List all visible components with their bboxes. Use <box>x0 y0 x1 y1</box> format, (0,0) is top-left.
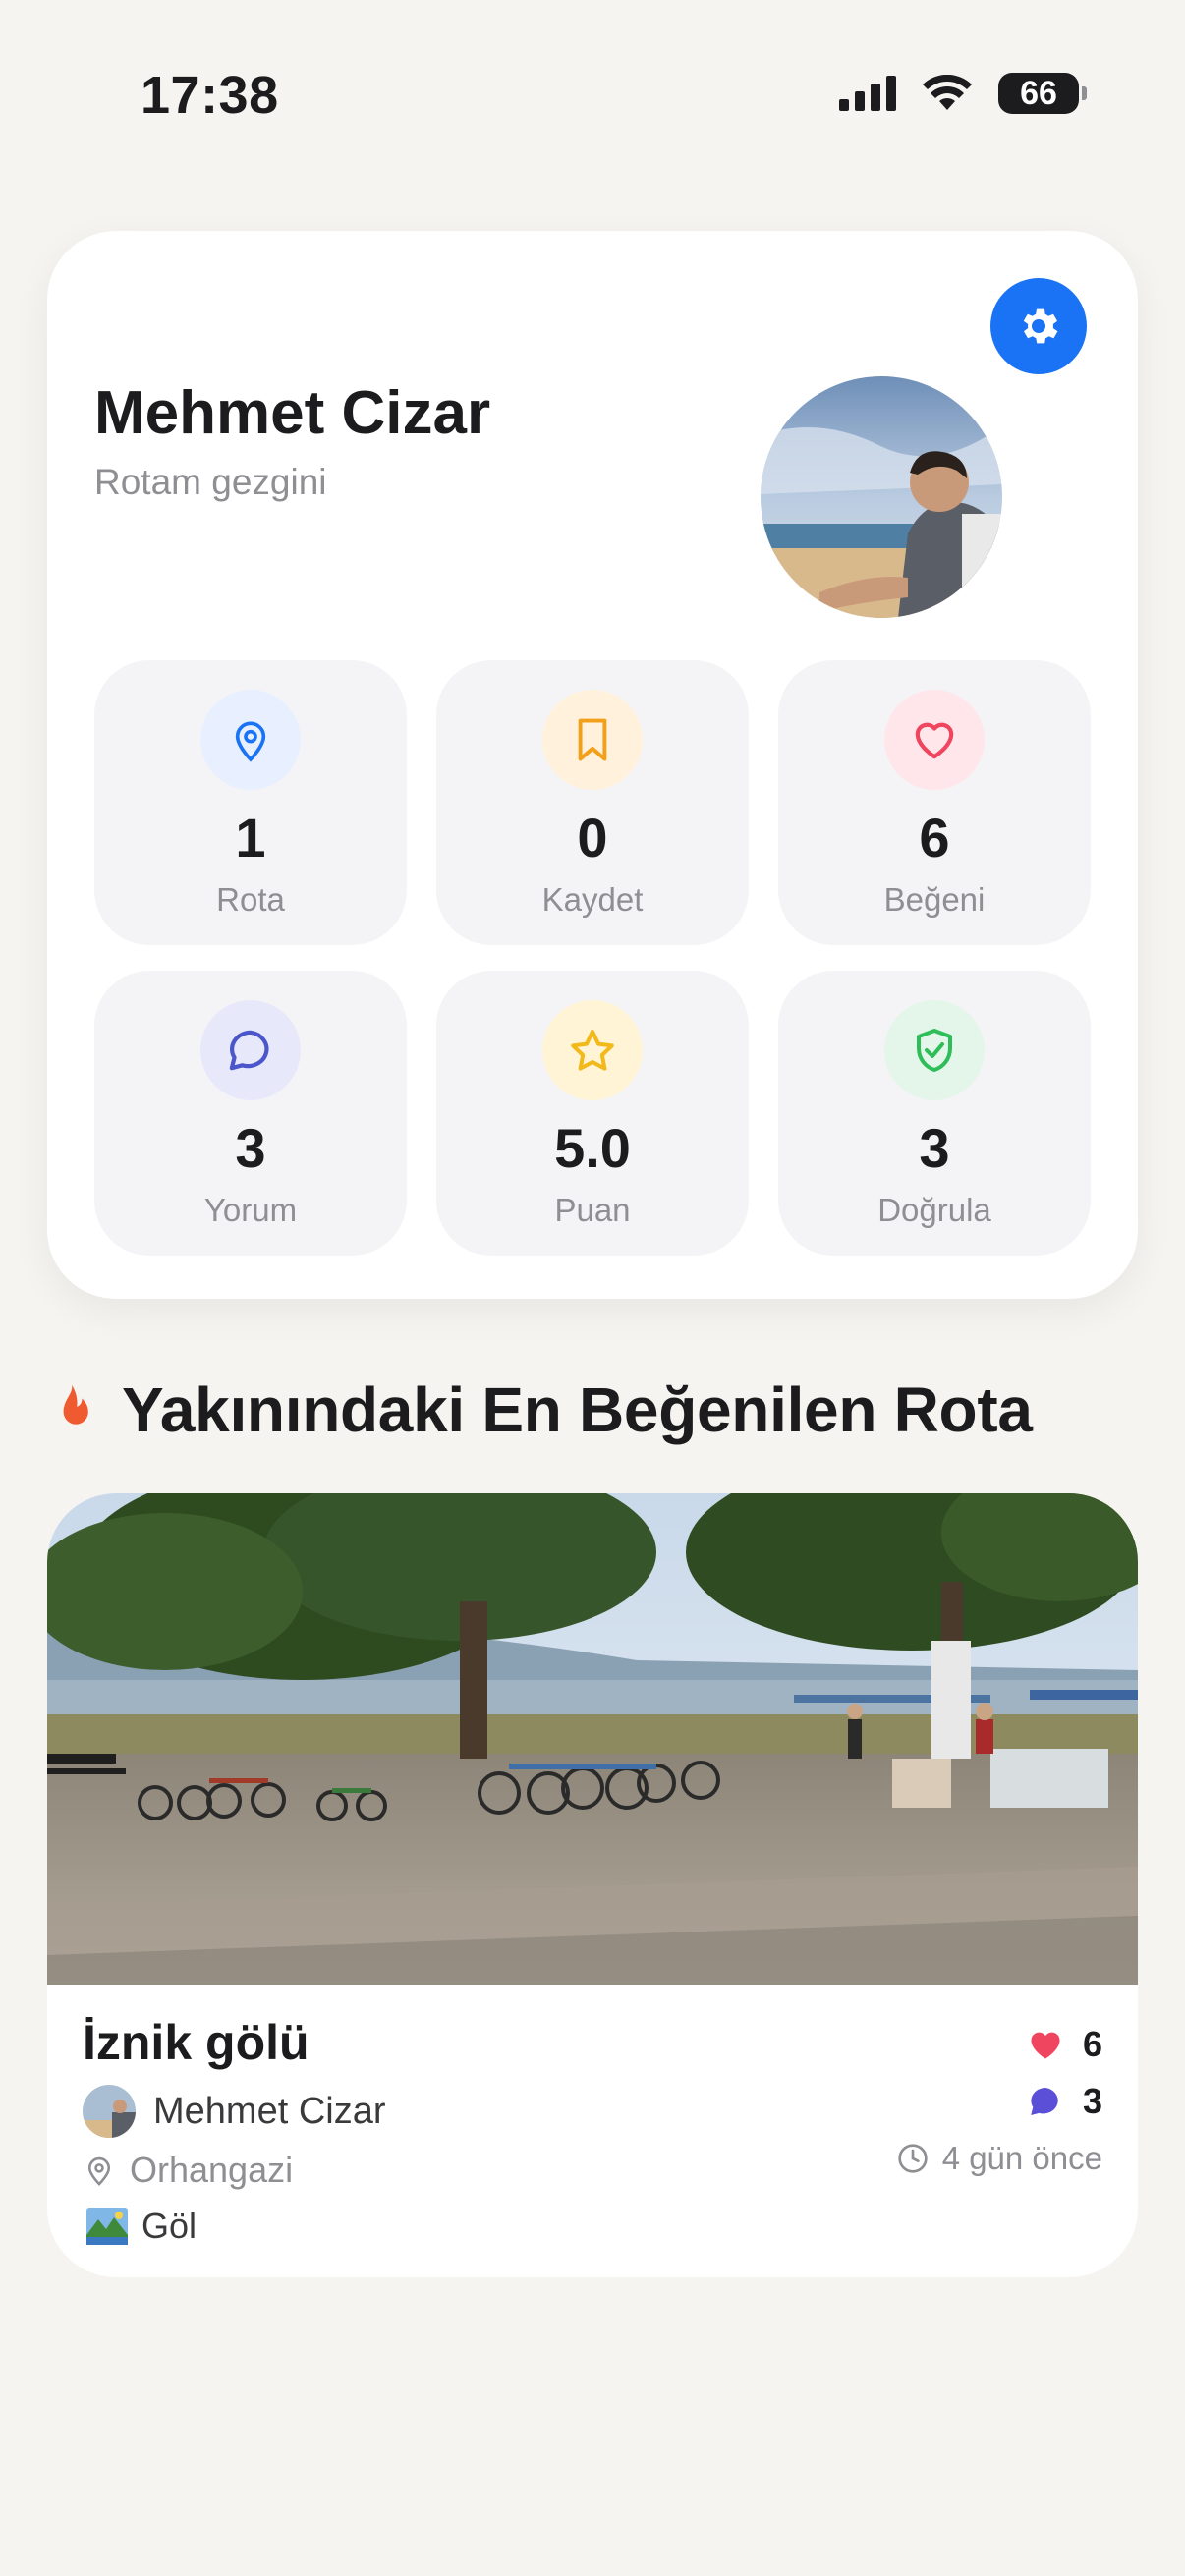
heart-icon <box>1031 2032 1060 2059</box>
comment-icon <box>1031 2087 1058 2116</box>
route-category: Göl <box>86 2206 197 2247</box>
profile-subtitle: Rotam gezgini <box>94 462 327 502</box>
stat-label: Yorum <box>203 1192 298 1228</box>
stat-value: 0 <box>577 807 608 868</box>
clock-icon <box>898 2144 928 2173</box>
stat-label: Beğeni <box>883 881 986 918</box>
landscape-icon <box>86 2208 128 2245</box>
stat-icon-bg <box>884 1000 985 1100</box>
stat-label: Doğrula <box>877 1192 991 1228</box>
route-time: 4 gün önce <box>897 2130 1102 2187</box>
stat-icon-bg <box>542 690 643 790</box>
comment-icon <box>229 1030 269 1071</box>
stat-icon-bg <box>884 690 985 790</box>
stat-value: 5.0 <box>554 1117 631 1179</box>
route-title: İznik gölü <box>83 2015 310 2070</box>
route-photo <box>47 1493 1138 1985</box>
star-icon <box>571 1030 614 1071</box>
route-likes[interactable]: 6 <box>897 2016 1102 2073</box>
stat-tile-puan[interactable]: 5.0 Puan <box>436 971 749 1256</box>
stat-label: Puan <box>554 1192 631 1228</box>
bookmark-icon <box>578 718 607 761</box>
route-location: Orhangazi <box>86 2150 293 2191</box>
stat-icon-bg <box>542 1000 643 1100</box>
route-author[interactable]: Mehmet Cizar <box>83 2085 386 2138</box>
settings-button[interactable] <box>990 278 1087 374</box>
category-text: Göl <box>141 2206 198 2246</box>
time-ago: 4 gün önce <box>941 2140 1102 2176</box>
status-time: 17:38 <box>141 66 279 125</box>
stat-label: Kaydet <box>541 881 644 918</box>
section-header: Yakınındaki En Beğenilen Rota <box>51 1373 1033 1446</box>
stat-tile-yorum[interactable]: 3 Yorum <box>94 971 407 1256</box>
profile-card: Mehmet Cizar Rotam gezgini 1 Rota 0 Kayd… <box>47 231 1138 1299</box>
profile-avatar[interactable] <box>761 376 1002 618</box>
wifi-icon <box>923 75 972 110</box>
status-icons: 66 <box>839 73 1087 114</box>
stat-label: Rota <box>216 881 285 918</box>
route-card[interactable]: İznik gölü Mehmet Cizar Orhangazi Göl 6 … <box>47 1493 1138 2277</box>
location-text: Orhangazi <box>130 2150 294 2190</box>
map-pin-icon <box>235 721 266 762</box>
heart-icon <box>915 722 954 759</box>
stat-value: 3 <box>235 1117 266 1179</box>
likes-count: 6 <box>1082 2024 1102 2064</box>
stat-tile-rota[interactable]: 1 Rota <box>94 660 407 945</box>
stat-value: 1 <box>235 807 266 868</box>
stat-tile-dogrula[interactable]: 3 Doğrula <box>778 971 1091 1256</box>
stat-tile-begeni[interactable]: 6 Beğeni <box>778 660 1091 945</box>
route-comments[interactable]: 3 <box>897 2073 1102 2130</box>
profile-name: Mehmet Cizar <box>94 379 491 447</box>
stat-value: 3 <box>919 1117 950 1179</box>
comments-count: 3 <box>1082 2081 1102 2121</box>
status-bar: 17:38 66 <box>0 0 1185 187</box>
cellular-signal-icon <box>839 76 896 111</box>
route-meta: 6 3 4 gün önce <box>897 2016 1102 2187</box>
stat-value: 6 <box>919 807 950 868</box>
battery-indicator: 66 <box>998 73 1087 114</box>
section-title: Yakınındaki En Beğenilen Rota <box>122 1374 1033 1445</box>
map-pin-icon <box>87 2156 111 2186</box>
stat-icon-bg <box>200 690 301 790</box>
stats-grid: 1 Rota 0 Kaydet 6 Beğeni 3 Yorum 5.0 Pua… <box>94 660 1091 1256</box>
stat-icon-bg <box>200 1000 301 1100</box>
stat-tile-kaydet[interactable]: 0 Kaydet <box>436 660 749 945</box>
author-name: Mehmet Cizar <box>153 2090 386 2132</box>
shield-check-icon <box>917 1029 952 1072</box>
author-avatar <box>83 2085 136 2138</box>
gear-icon <box>1023 308 1058 344</box>
fire-icon <box>63 1384 88 1425</box>
